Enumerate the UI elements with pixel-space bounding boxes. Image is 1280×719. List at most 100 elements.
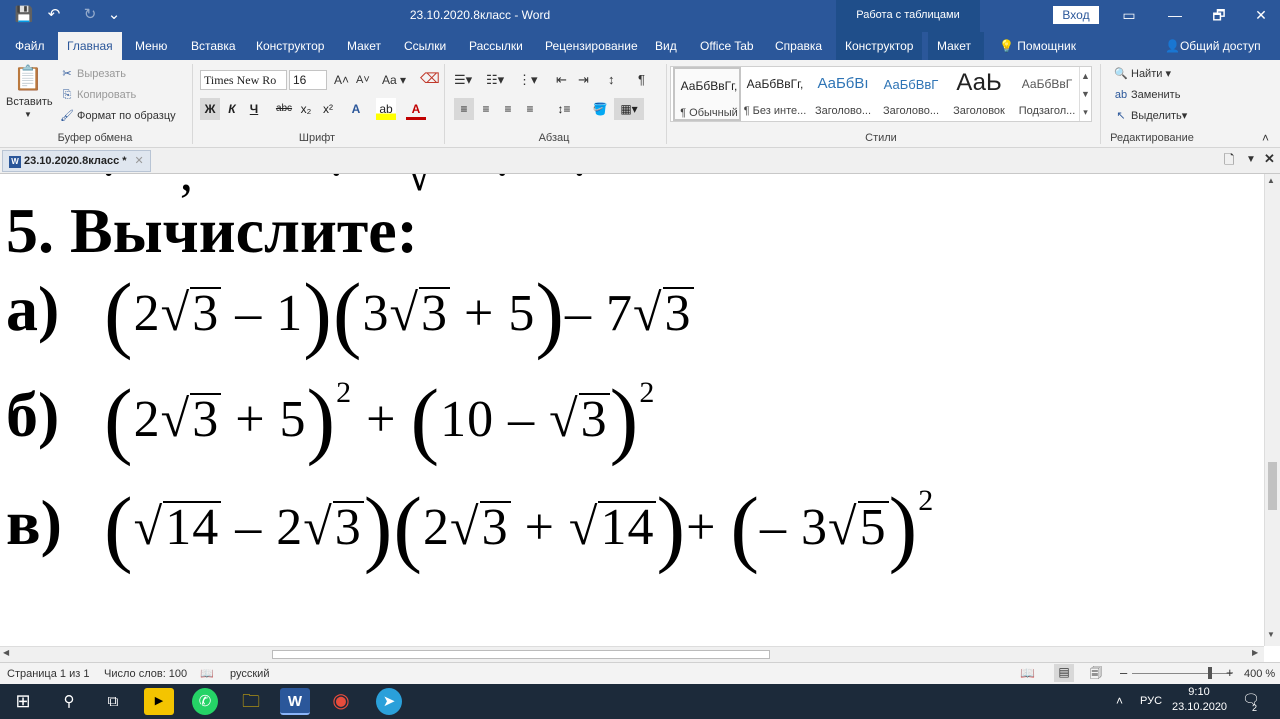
clock[interactable]: 9:10 23.10.2020 — [1172, 685, 1227, 715]
align-right-icon[interactable]: ≡ — [498, 98, 518, 120]
search-icon[interactable]: ⚲ — [54, 688, 84, 715]
find-button[interactable]: 🔍 Найти ▾ — [1114, 66, 1171, 82]
word-count[interactable]: Число слов: 100 — [104, 666, 187, 682]
tab-layout[interactable]: Макет — [338, 32, 390, 60]
new-tab-icon[interactable]: 🗋 — [1224, 152, 1234, 168]
superscript-button[interactable]: x² — [318, 98, 338, 120]
clear-format-icon[interactable]: ⌫ — [420, 70, 440, 86]
word-app-icon[interactable]: W — [280, 688, 310, 715]
minimize-button[interactable]: — — [1152, 0, 1198, 32]
restore-button[interactable]: 🗗 — [1196, 0, 1242, 32]
paste-button[interactable]: 📋 Вставить ▼ — [6, 64, 53, 120]
decrease-indent-icon[interactable]: ⇤ — [556, 72, 567, 88]
scroll-up-icon[interactable]: ▲ — [1267, 176, 1275, 185]
tab-table-layout[interactable]: Макет — [928, 32, 984, 60]
web-layout-icon[interactable]: 🗐 — [1090, 665, 1102, 681]
tab-mailings[interactable]: Рассылки — [460, 32, 532, 60]
document-tab[interactable]: W 23.10.2020.8класс * ✕ — [2, 150, 151, 172]
scroll-down-icon[interactable]: ▼ — [1267, 630, 1275, 639]
pilcrow-icon[interactable]: ¶ — [638, 72, 645, 88]
font-size-box[interactable]: 16 — [289, 70, 327, 90]
language[interactable]: русский — [230, 666, 269, 682]
scroll-left-icon[interactable]: ◀ — [3, 648, 9, 657]
windows-start-icon[interactable]: ⊞ — [8, 688, 38, 715]
file-explorer-icon[interactable]: 🗀 — [236, 688, 266, 715]
print-layout-icon[interactable]: ▤ — [1054, 664, 1074, 682]
increase-indent-icon[interactable]: ⇥ — [578, 72, 589, 88]
chrome-icon[interactable]: ◉ — [326, 688, 356, 715]
horizontal-scrollbar[interactable]: ◀ ▶ — [0, 646, 1264, 662]
tab-help[interactable]: Справка — [766, 32, 831, 60]
horizontal-scroll-thumb[interactable] — [272, 650, 770, 659]
tab-office-tab[interactable]: Office Tab — [691, 32, 763, 60]
styles-scroll[interactable]: ▲ ▼ ▾ — [1079, 67, 1091, 121]
close-button[interactable]: ✕ — [1238, 0, 1280, 32]
tab-review[interactable]: Рецензирование — [536, 32, 647, 60]
justify-icon[interactable]: ≡ — [520, 98, 540, 120]
font-shrink-icon[interactable]: A˅ — [356, 72, 370, 88]
sign-in-button[interactable]: Вход — [1053, 6, 1099, 24]
bold-button[interactable]: Ж — [200, 98, 220, 120]
whatsapp-icon[interactable]: ✆ — [192, 688, 218, 715]
tab-home[interactable]: Главная — [58, 32, 122, 60]
numbering-icon[interactable]: ☷▾ — [486, 72, 504, 88]
font-grow-icon[interactable]: A˄ — [334, 72, 349, 88]
style-normal[interactable]: АаБбВвГг, ¶ Обычный — [673, 67, 741, 121]
notification-icon[interactable]: 🗨 — [1242, 691, 1260, 707]
zoom-in-icon[interactable]: + — [1226, 665, 1234, 681]
font-name-box[interactable]: Times New Ro — [200, 70, 287, 90]
style-heading-1[interactable]: АаБбВı Заголово... — [809, 67, 877, 121]
replace-button[interactable]: ab Заменить — [1114, 87, 1181, 103]
vertical-scroll-thumb[interactable] — [1268, 462, 1277, 510]
read-mode-icon[interactable]: 📖 — [1020, 665, 1035, 681]
zoom-out-icon[interactable]: – — [1120, 665, 1127, 681]
text-effects-icon[interactable]: A — [346, 98, 366, 120]
copy-button[interactable]: ⎘ Копировать — [60, 87, 137, 103]
share-button[interactable]: 👤Общий доступ — [1156, 32, 1270, 60]
tab-references[interactable]: Ссылки — [395, 32, 455, 60]
document-canvas[interactable]: ·‚ ·√·· 5. Вычислите: а)(2√3 – 1)(3√3 + … — [0, 174, 1264, 646]
font-color-icon[interactable]: A — [406, 98, 426, 120]
highlight-icon[interactable]: ab — [376, 98, 396, 120]
tab-insert[interactable]: Вставка — [182, 32, 245, 60]
tab-table-design[interactable]: Конструктор — [836, 32, 923, 60]
tab-menu[interactable]: Меню — [126, 32, 176, 60]
task-view-icon[interactable]: ⧉ — [98, 688, 128, 715]
tab-view[interactable]: Вид — [646, 32, 686, 60]
tell-me[interactable]: 💡 Помощник — [990, 32, 1085, 60]
strikethrough-button[interactable]: abc — [274, 98, 294, 120]
style-heading-2[interactable]: АаБбВвГ Заголово... — [877, 67, 945, 121]
cut-button[interactable]: ✂ Вырезать — [60, 66, 126, 82]
tab-list-icon[interactable]: ▼ — [1246, 152, 1256, 168]
multilevel-list-icon[interactable]: ⋮▾ — [518, 72, 538, 88]
subscript-button[interactable]: x₂ — [296, 98, 316, 120]
page-count[interactable]: Страница 1 из 1 — [7, 666, 89, 682]
align-center-icon[interactable]: ≡ — [476, 98, 496, 120]
telegram-icon[interactable]: ➤ — [376, 688, 402, 715]
tab-design[interactable]: Конструктор — [247, 32, 333, 60]
style-title[interactable]: АаЬ Заголовок — [945, 67, 1013, 121]
shading-icon[interactable]: 🪣 — [588, 98, 612, 120]
vertical-scrollbar[interactable]: ▲ ▼ — [1264, 174, 1280, 646]
close-tab-icon[interactable]: ✕ — [135, 155, 144, 167]
ribbon-display-icon[interactable]: ▭ — [1106, 0, 1152, 32]
zoom-slider[interactable] — [1132, 673, 1232, 674]
zoom-level[interactable]: 400 % — [1244, 666, 1275, 682]
zoom-slider-thumb[interactable] — [1208, 667, 1212, 679]
style-no-spacing[interactable]: АаБбВвГг, ¶ Без инте... — [741, 67, 809, 121]
italic-button[interactable]: К — [222, 98, 242, 120]
select-button[interactable]: ↖ Выделить▾ — [1114, 108, 1187, 124]
collapse-ribbon-icon[interactable]: ˄ — [1262, 130, 1269, 146]
change-case-icon[interactable]: Aa ▾ — [382, 72, 406, 88]
format-painter-button[interactable]: 🖌 Формат по образцу — [60, 108, 176, 124]
player-app-icon[interactable]: ▶ — [144, 688, 174, 715]
scroll-right-icon[interactable]: ▶ — [1252, 648, 1258, 657]
underline-button[interactable]: Ч — [244, 98, 264, 120]
borders-icon[interactable]: ▦▾ — [614, 98, 644, 120]
style-subtitle[interactable]: АаБбВвГ Подзагол... — [1013, 67, 1081, 121]
line-spacing-icon[interactable]: ↕≡ — [550, 98, 578, 120]
chevron-up-icon[interactable]: ˄ — [1116, 693, 1123, 709]
input-language[interactable]: РУС — [1140, 693, 1162, 709]
align-left-icon[interactable]: ≡ — [454, 98, 474, 120]
proofing-icon[interactable]: 📖 — [200, 666, 214, 682]
